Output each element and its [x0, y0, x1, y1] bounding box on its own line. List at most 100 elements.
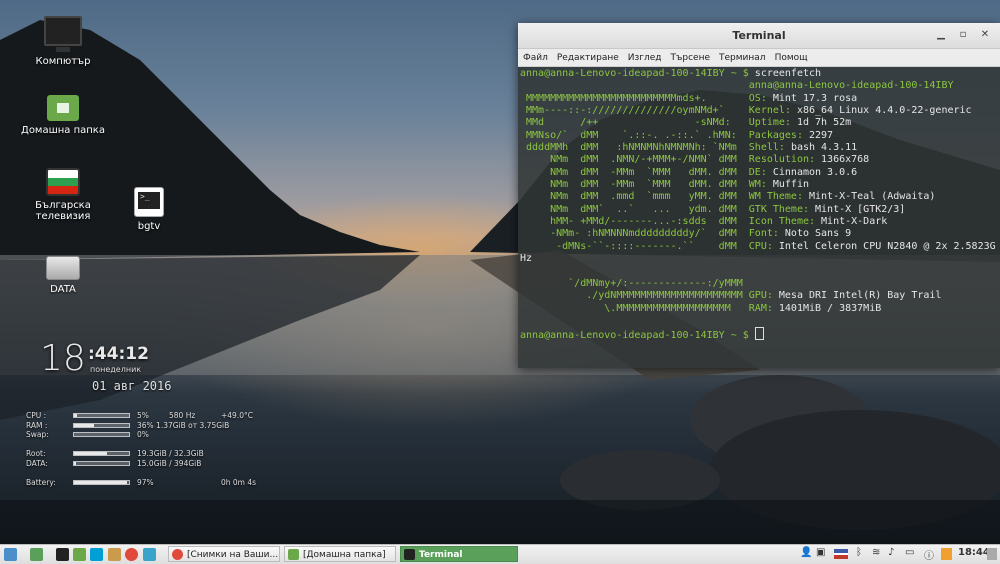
- info-value: 2297: [809, 129, 834, 141]
- info-value: bash 4.3.11: [790, 142, 858, 154]
- task-terminal[interactable]: Terminal: [400, 546, 518, 562]
- network-tool-icon[interactable]: [143, 548, 156, 561]
- menu-edit[interactable]: Редактиране: [557, 53, 619, 63]
- logo-text: -dMNs-``-::::-------.`` dMM: [520, 240, 749, 252]
- maximize-button[interactable]: ▫: [956, 28, 970, 42]
- volume-icon[interactable]: ♪: [888, 547, 894, 558]
- user-icon[interactable]: 👤: [800, 547, 812, 558]
- screenfetch-line: -dMNs-``-::::-------.`` dMM CPU: Intel C…: [520, 241, 998, 253]
- conky-battery-bar: [73, 480, 130, 485]
- logo-text: `/dMNmy+/:-------------:/yMMM: [520, 277, 749, 289]
- logo-text: NMm dMM .mmd `mmm yMM. dMM: [520, 191, 749, 203]
- prompt: anna@anna-Lenovo-ideapad-100-14IBY ~ $: [520, 68, 749, 79]
- conky-cpu-temp: +49.0°C: [221, 411, 253, 420]
- desktop-icon-data[interactable]: DATA: [18, 256, 108, 295]
- info-key: Icon Theme:: [748, 216, 822, 228]
- conky-root-bar: [73, 451, 130, 456]
- conky-root-label: Root:: [26, 449, 46, 458]
- menu-view[interactable]: Изглед: [628, 53, 662, 63]
- info-value: Muffin: [772, 179, 809, 191]
- terminal-icon: [404, 549, 415, 560]
- info-key: WM Theme:: [748, 191, 809, 203]
- keyboard-layout-icon[interactable]: [834, 549, 848, 559]
- terminal-window[interactable]: Terminal ▁ ▫ ✕ Файл Редактиране Изглед Т…: [518, 23, 1000, 368]
- info-value: 1d 7h 52m: [796, 117, 852, 129]
- desktop-icon-bgtv[interactable]: >_ bgtv: [104, 187, 194, 232]
- logo-text: ddddMMh dMM :hNMNMNhNMNMNh: `NMm: [520, 142, 749, 154]
- window-title: Terminal: [732, 29, 786, 42]
- desktop-icon-computer[interactable]: Компютър: [18, 16, 108, 67]
- terminal-scrollbar[interactable]: [992, 66, 998, 366]
- desktop-icon-tv[interactable]: Българска телевизия: [18, 168, 108, 222]
- info-icon[interactable]: ⓘ: [924, 547, 934, 562]
- screenfetch-line: [520, 266, 998, 278]
- logo-text: MMNso/` dMM `.::-. .-::.` .hMN:: [520, 129, 749, 141]
- prompt: anna@anna-Lenovo-ideapad-100-14IBY ~ $: [520, 330, 755, 342]
- show-desktop-icon[interactable]: [30, 548, 43, 561]
- info-key: Shell:: [748, 142, 791, 154]
- screenfetch-line: NMm dMM -MMm `MMM dMM. dMM WM: Muffin: [520, 179, 998, 191]
- screenfetch-line: hMM- +MMd/-------...-:sdds dMM Icon Them…: [520, 216, 998, 228]
- task-label: Terminal: [419, 550, 463, 560]
- menu-file[interactable]: Файл: [523, 53, 548, 63]
- terminal-titlebar[interactable]: Terminal ▁ ▫ ✕: [518, 23, 1000, 49]
- computer-icon: [44, 16, 82, 52]
- screenfetch-line: MMm----::-://////////////oymNMd+` Kernel…: [520, 105, 998, 117]
- task-label: [Домашна папка]: [303, 550, 386, 560]
- logo-text: -NMm- :hNMNNNmdddddddddy/` dMM: [520, 228, 749, 240]
- info-key: GPU:: [748, 290, 779, 302]
- logo-text: MMm----::-://////////////oymNMd+`: [520, 105, 749, 117]
- conky-minsec: :44:12: [88, 344, 149, 364]
- bluetooth-icon[interactable]: ᛒ: [856, 547, 862, 558]
- logo-text: [520, 266, 749, 277]
- conky-data-bar: [73, 461, 130, 466]
- conky-swap-bar: [73, 432, 130, 437]
- conky-cpu-pct: 5%: [137, 411, 149, 420]
- task-home-folder[interactable]: [Домашна папка]: [284, 546, 396, 562]
- menu-help[interactable]: Помощ: [775, 53, 808, 63]
- update-manager-icon[interactable]: [941, 548, 952, 560]
- close-button[interactable]: ✕: [978, 28, 992, 42]
- image-viewer-icon[interactable]: [108, 548, 121, 561]
- chrome-launcher-icon[interactable]: [125, 548, 138, 561]
- info-value: Mint-X [GTK2/3]: [815, 203, 906, 215]
- user-host: anna@anna-Lenovo-ideapad-100-14IBY: [748, 80, 954, 92]
- panel-clock[interactable]: 18:44: [958, 547, 990, 558]
- menu-icon[interactable]: [4, 548, 17, 561]
- home-folder-icon: [47, 95, 79, 121]
- info-key: DE:: [748, 166, 773, 178]
- screenfetch-line: ./ydNMMMMMMMMMMMMMMMMMMMMM GPU: Mesa DRI…: [520, 290, 998, 302]
- info-value: x86_64 Linux 4.4.0-22-generic: [796, 105, 972, 117]
- show-desktop-corner-icon[interactable]: [987, 548, 997, 560]
- bottom-panel: [Снимки на Ваши... [Домашна папка] Termi…: [0, 544, 1000, 564]
- files-launcher-icon[interactable]: [73, 548, 86, 561]
- conky-data-value: 15.0GiB / 394GiB: [137, 459, 202, 468]
- menu-search[interactable]: Търсене: [671, 53, 710, 63]
- info-key: GTK Theme:: [748, 203, 816, 215]
- menu-terminal[interactable]: Терминал: [719, 53, 766, 63]
- desktop-icon-home[interactable]: Домашна папка: [18, 95, 108, 136]
- skype-icon[interactable]: [90, 548, 103, 561]
- info-value: Intel Celeron CPU N2840 @ 2x 2.5823G: [778, 240, 996, 252]
- conky-cpu-label: CPU :: [26, 411, 47, 420]
- battery-icon[interactable]: ▭: [905, 547, 914, 558]
- info-value: Cinnamon 3.0.6: [772, 166, 858, 178]
- terminal-output[interactable]: anna@anna-Lenovo-ideapad-100-14IBY ~ $ s…: [518, 67, 1000, 369]
- cpu-wrap-line: Hz: [520, 253, 998, 265]
- conky-swap-value: 0%: [137, 430, 149, 439]
- wifi-icon[interactable]: ≋: [872, 547, 880, 558]
- conky-root-value: 19.3GiB / 32.3GiB: [137, 449, 204, 458]
- conky-ram-label: RAM :: [26, 421, 48, 430]
- logo-text: NMm dMM .NMN/-+MMM+-/NMN` dMM: [520, 154, 749, 166]
- info-value: Noto Sans 9: [784, 228, 852, 240]
- removable-drive-icon[interactable]: ▣: [816, 547, 825, 558]
- conky-hour: 18: [40, 338, 86, 379]
- task-chrome[interactable]: [Снимки на Ваши...: [168, 546, 280, 562]
- minimize-button[interactable]: ▁: [934, 28, 948, 42]
- screenfetch-line: NMm dMM` ..` ... ydm. dMM GTK Theme: Min…: [520, 204, 998, 216]
- terminal-menubar: Файл Редактиране Изглед Търсене Терминал…: [518, 49, 1000, 67]
- screenfetch-line: NMm dMM .NMN/-+MMM+-/NMN` dMM Resolution…: [520, 154, 998, 166]
- terminal-launcher-icon[interactable]: [56, 548, 69, 561]
- logo-text: hMM- +MMd/-------...-:sdds dMM: [520, 216, 749, 228]
